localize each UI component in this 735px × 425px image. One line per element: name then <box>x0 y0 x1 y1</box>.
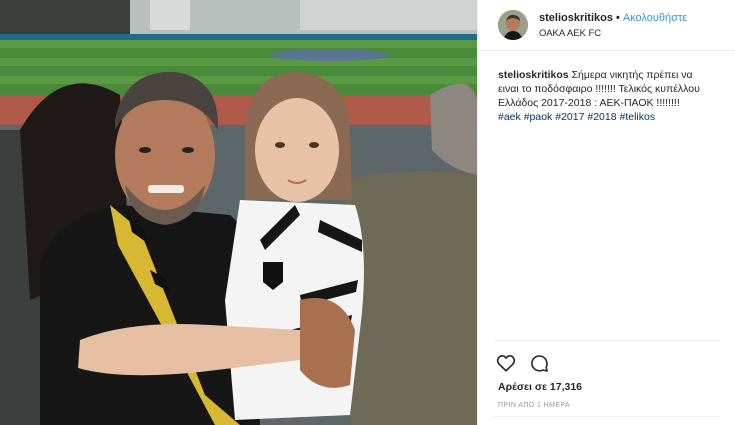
hashtag-link[interactable]: #telikos <box>619 111 655 123</box>
caption-username[interactable]: stelioskritikos <box>498 69 569 81</box>
hashtag-link[interactable]: #paok <box>524 111 553 123</box>
hashtag-link[interactable]: #aek <box>498 111 521 123</box>
follow-button[interactable]: Ακολουθήστε <box>623 12 687 24</box>
photo-illustration <box>0 0 477 425</box>
bottom-divider <box>494 416 720 417</box>
heart-icon[interactable] <box>496 354 516 377</box>
username-link[interactable]: stelioskritikos <box>539 12 613 24</box>
hashtag-list: #aek #paok #2017 #2018 #telikos <box>498 110 710 124</box>
actions-divider <box>494 340 720 341</box>
comment-icon[interactable] <box>530 354 549 378</box>
post-photo[interactable] <box>0 0 477 425</box>
hashtag-link[interactable]: #2018 <box>587 111 616 123</box>
post-caption: stelioskritikos Σήμερα νικητής πρέπει να… <box>498 68 710 124</box>
post-header: stelioskritikos • Ακολουθήστε ΟΑΚΑ ΑΕΚ FC <box>478 0 735 51</box>
post-actions <box>496 354 559 378</box>
hashtag-link[interactable]: #2017 <box>555 111 584 123</box>
avatar[interactable] <box>498 10 528 40</box>
post-side-panel: stelioskritikos • Ακολουθήστε ΟΑΚΑ ΑΕΚ FC … <box>477 0 735 425</box>
post-header-line: stelioskritikos • Ακολουθήστε <box>539 12 687 24</box>
avatar-image <box>498 10 528 40</box>
likes-count[interactable]: Αρέσει σε 17,316 <box>498 381 582 393</box>
separator-dot: • <box>615 12 620 24</box>
post-timestamp[interactable]: ΠΡΙΝ ΑΠΟ 1 ΗΜΕΡΑ <box>498 402 570 409</box>
instagram-post: stelioskritikos • Ακολουθήστε ΟΑΚΑ ΑΕΚ FC … <box>0 0 735 425</box>
location-link[interactable]: ΟΑΚΑ ΑΕΚ FC <box>539 28 601 39</box>
